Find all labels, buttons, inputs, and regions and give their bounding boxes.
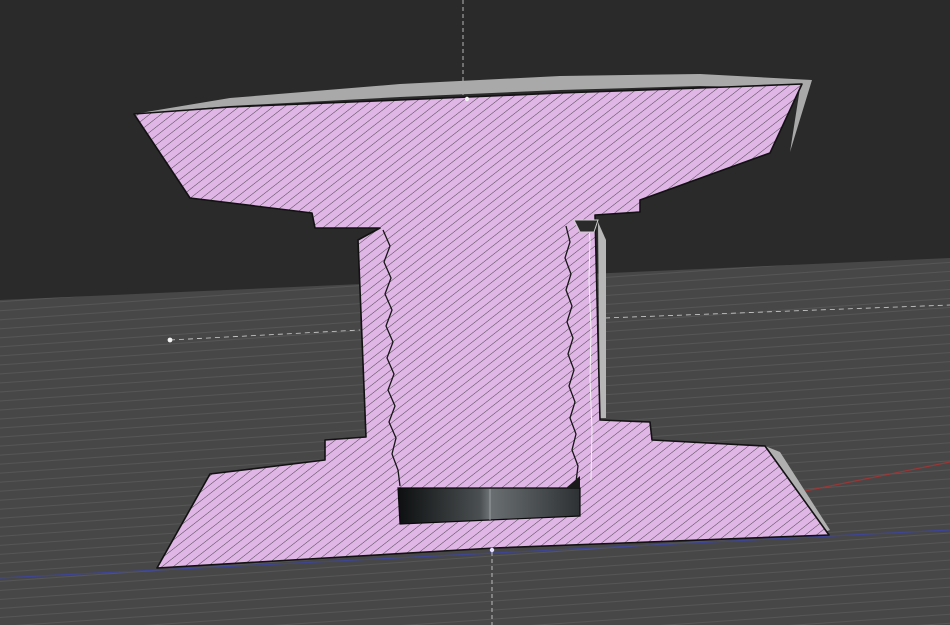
3d-viewport[interactable] [0, 0, 950, 625]
left-guide-marker[interactable] [167, 337, 173, 343]
top-origin-marker[interactable] [464, 96, 470, 102]
bottom-origin-marker[interactable] [489, 547, 495, 553]
viewport-canvas[interactable] [0, 0, 950, 625]
